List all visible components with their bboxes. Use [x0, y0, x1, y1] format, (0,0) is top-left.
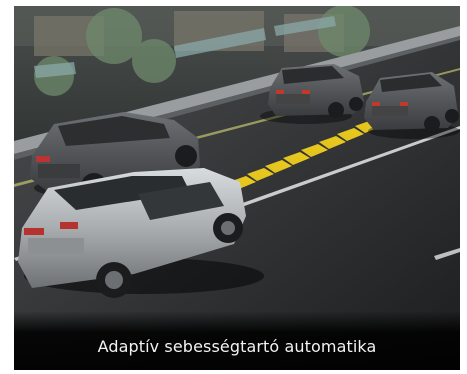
lead-car-far-right: [364, 72, 460, 139]
ego-car-silver-suv: [18, 168, 264, 298]
feature-caption: Adaptív sebességtartó automatika: [97, 336, 377, 356]
caption-bar: Adaptív sebességtartó automatika: [14, 312, 460, 370]
feature-image-frame: Adaptív sebességtartó automatika: [14, 6, 460, 370]
